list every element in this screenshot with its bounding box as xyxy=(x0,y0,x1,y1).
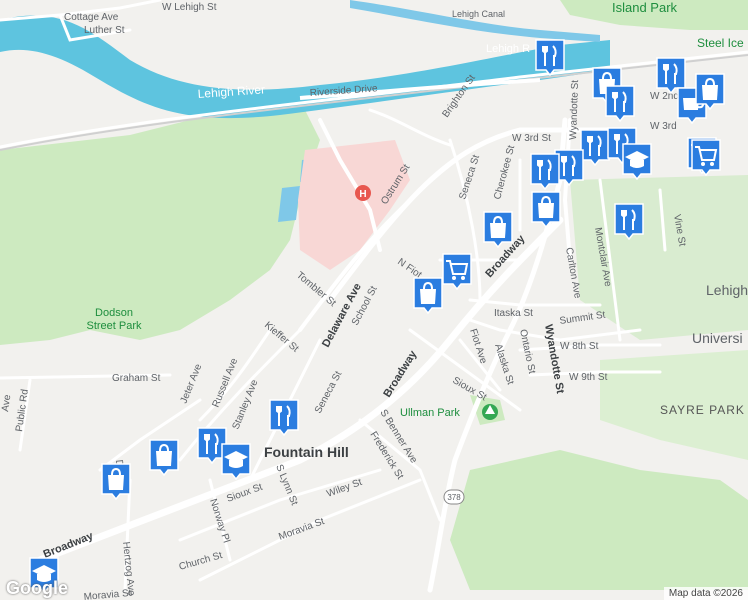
restaurant-icon xyxy=(605,85,635,122)
shopping-bag-icon xyxy=(695,73,725,110)
shopping-bag-icon xyxy=(149,439,179,476)
label-w8th: W 8th St xyxy=(560,341,599,352)
school-icon xyxy=(221,443,251,480)
shopping-cart-icon xyxy=(691,139,721,176)
hospital-icon: H xyxy=(355,185,371,201)
label-steel-ice: Steel Ice xyxy=(697,36,744,50)
label-dodson-1: Dodson xyxy=(95,307,133,319)
label-graham: Graham St xyxy=(112,373,161,384)
park-tree-icon xyxy=(482,404,498,420)
map-attribution[interactable]: Map data ©2026 xyxy=(663,587,748,600)
shopping-bag-icon xyxy=(483,211,513,248)
marker-shopping-5[interactable] xyxy=(412,276,444,314)
marker-restaurant-7[interactable] xyxy=(529,152,561,190)
label-lehigh-canal: Lehigh Canal xyxy=(452,9,505,19)
marker-restaurant-9[interactable] xyxy=(268,398,300,436)
marker-restaurant-8[interactable] xyxy=(613,202,645,240)
svg-text:H: H xyxy=(359,189,366,200)
label-w9th: W 9th St xyxy=(569,372,608,383)
route-378-label: 378 xyxy=(447,493,461,502)
marker-restaurant-1[interactable] xyxy=(534,38,566,76)
shopping-bag-icon xyxy=(531,191,561,228)
marker-shopping-4[interactable] xyxy=(530,190,562,228)
label-w3rd-b: W 3rd xyxy=(650,121,677,132)
shopping-cart-icon xyxy=(442,253,472,290)
restaurant-icon xyxy=(530,153,560,190)
label-lehigh-river-2: Lehigh R xyxy=(486,43,530,55)
label-lehigh-univ-1: Lehigh xyxy=(706,282,748,298)
label-itaska: Itaska St xyxy=(494,308,533,319)
label-luther: Luther St xyxy=(84,25,125,36)
route-378-shield: 378 xyxy=(443,489,465,505)
restaurant-icon xyxy=(614,203,644,240)
label-ullman-park: Ullman Park xyxy=(400,407,460,419)
restaurant-icon xyxy=(535,39,565,76)
label-lehigh-univ-2: Universi xyxy=(692,330,743,346)
marker-cart-2[interactable] xyxy=(441,252,473,290)
marker-shopping-6[interactable] xyxy=(148,438,180,476)
label-fountain-hill: Fountain Hill xyxy=(264,444,349,460)
label-cottage: Cottage Ave xyxy=(64,12,119,23)
label-dodson-2: Street Park xyxy=(86,320,142,332)
google-logo: Google xyxy=(6,578,68,598)
restaurant-icon xyxy=(269,399,299,436)
marker-restaurant-2[interactable] xyxy=(604,84,636,122)
marker-school-2[interactable] xyxy=(220,442,252,480)
marker-shopping-3[interactable] xyxy=(482,210,514,248)
school-icon xyxy=(622,143,652,180)
marker-cart-3[interactable] xyxy=(690,138,722,176)
marker-shopping-7[interactable] xyxy=(100,462,132,500)
marker-shopping-2[interactable] xyxy=(694,72,726,110)
shopping-bag-icon xyxy=(101,463,131,500)
label-w-lehigh: W Lehigh St xyxy=(162,2,217,13)
label-island-park: Island Park xyxy=(612,0,678,15)
shopping-bag-icon xyxy=(413,277,443,314)
marker-school-1[interactable] xyxy=(621,142,653,180)
label-sayre-park: SAYRE PARK xyxy=(660,403,745,417)
label-w3rd: W 3rd St xyxy=(512,133,551,144)
